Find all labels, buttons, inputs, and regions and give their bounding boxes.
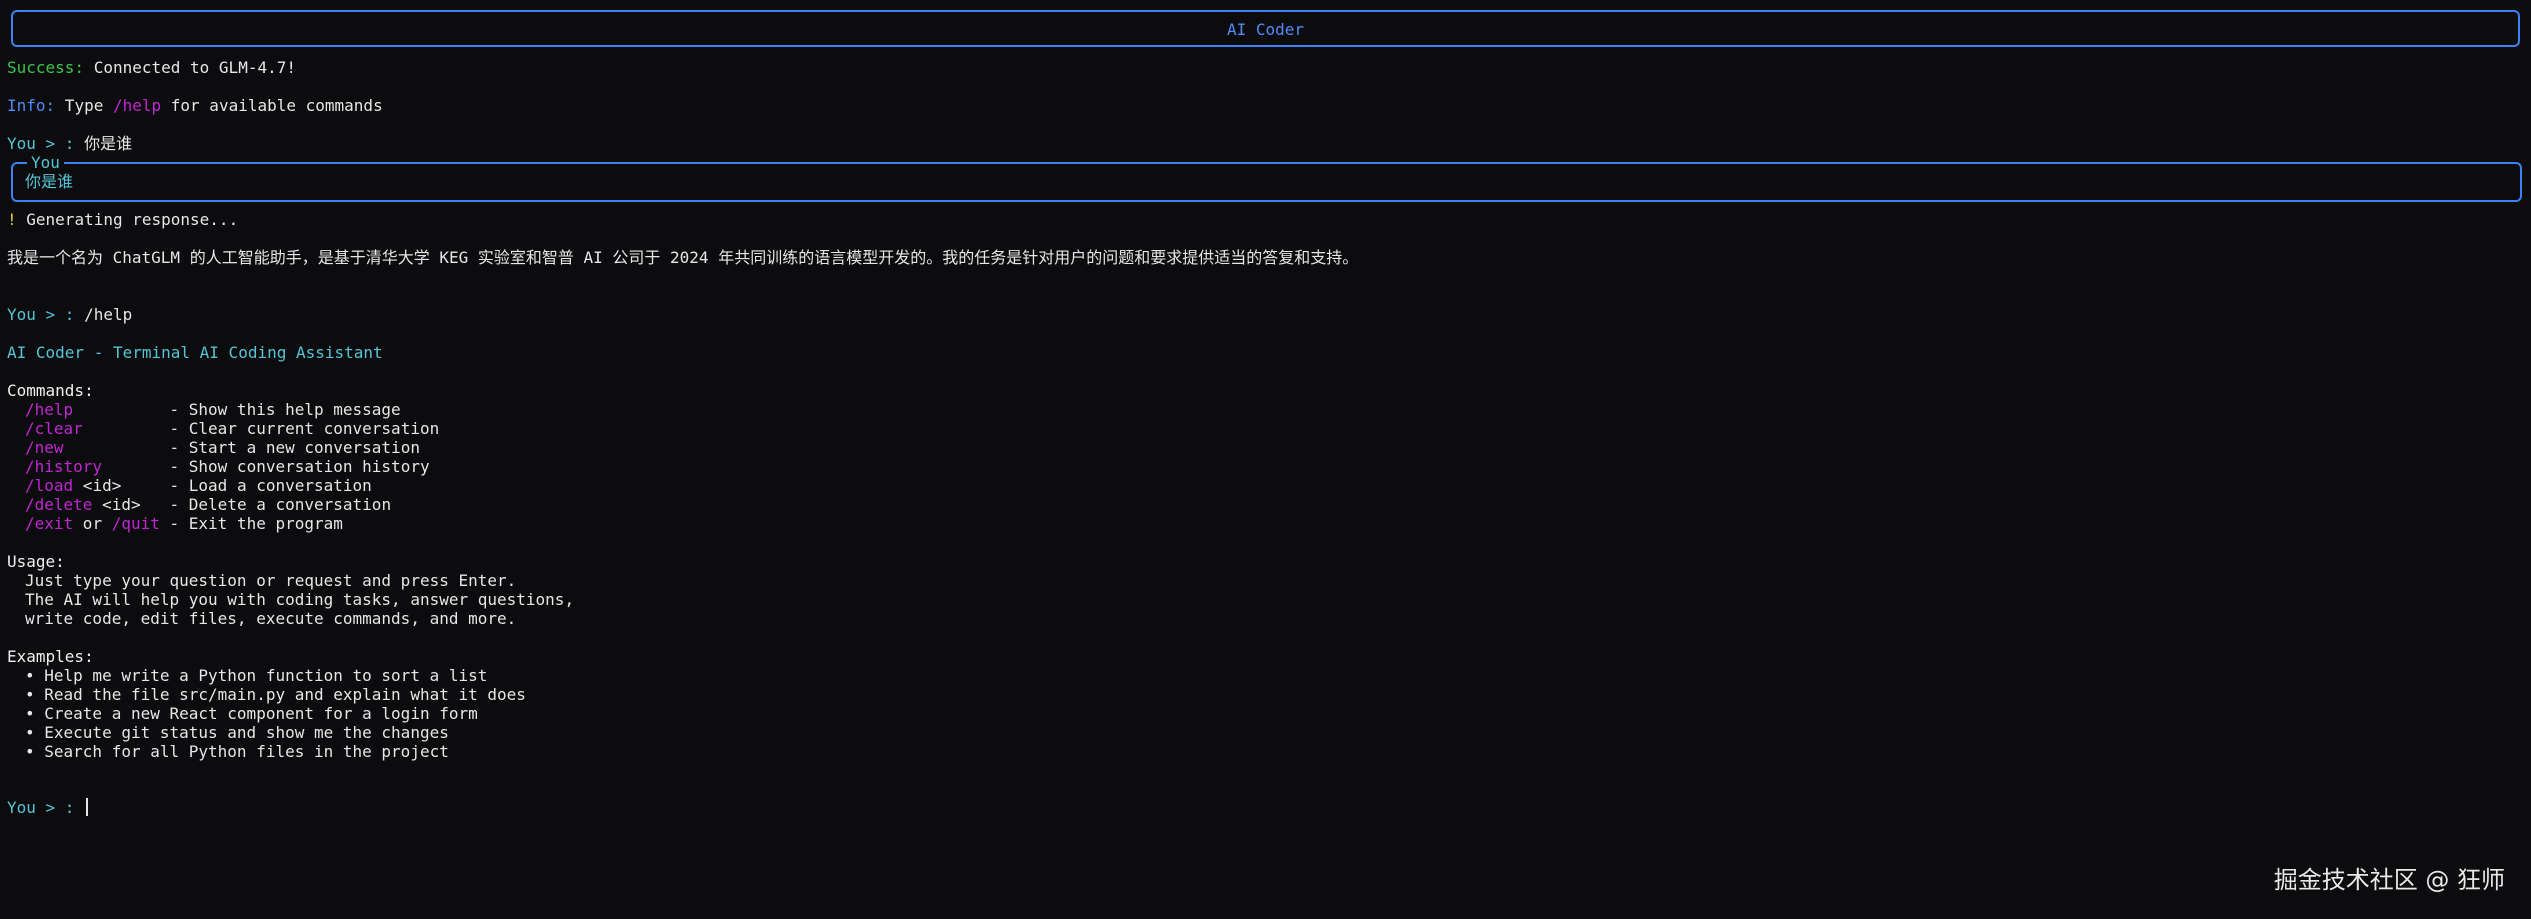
bullet-icon: • [25, 685, 45, 704]
command-name: /load [25, 476, 74, 495]
quit-command: /quit [111, 514, 160, 533]
command-name: /history [25, 457, 103, 476]
info-label: Info: [7, 96, 56, 115]
usage-line: Just type your question or request and p… [25, 571, 517, 590]
exit-desc: - Exit the program [159, 514, 343, 533]
spinner-icon: ! [7, 210, 17, 229]
exit-command: /exit [25, 514, 74, 533]
command-desc: - Start a new conversation [169, 438, 420, 457]
command-row: /delete <id> - Delete a conversation [25, 495, 391, 514]
command-row: /help - Show this help message [25, 400, 401, 419]
generating-status: ! Generating response... [7, 210, 238, 229]
example-item: • Read the file src/main.py and explain … [25, 685, 526, 704]
usage-line: The AI will help you with coding tasks, … [25, 590, 575, 609]
command-row: /clear - Clear current conversation [25, 419, 439, 438]
prompt-input-text: /help [84, 305, 133, 324]
user-message-text: 你是谁 [25, 172, 74, 191]
usage-heading: Usage: [7, 552, 65, 571]
prompt-label: You [7, 134, 36, 153]
example-item: • Execute git status and show me the cha… [25, 723, 449, 742]
command-row: /new - Start a new conversation [25, 438, 420, 457]
command-pad [73, 400, 169, 419]
command-name: /help [25, 400, 74, 419]
info-text-end: for available commands [161, 96, 383, 115]
example-text: Search for all Python files in the proje… [44, 742, 449, 761]
command-row-exit: /exit or /quit - Exit the program [25, 514, 343, 533]
command-desc: - Delete a conversation [169, 495, 392, 514]
prompt-arrow: > : [35, 134, 85, 153]
command-pad [141, 495, 170, 514]
bullet-icon: • [25, 666, 45, 685]
command-pad [102, 457, 169, 476]
example-item: • Create a new React component for a log… [25, 704, 478, 723]
command-desc: - Clear current conversation [169, 419, 440, 438]
help-title: AI Coder - Terminal AI Coding Assistant [7, 343, 383, 362]
command-arg: <id> [73, 476, 122, 495]
prompt-line: You > : 你是谁 [7, 134, 132, 153]
user-message-label: You [27, 153, 64, 172]
exit-or: or [73, 514, 112, 533]
example-item: • Help me write a Python function to sor… [25, 666, 487, 685]
command-desc: - Show conversation history [169, 457, 430, 476]
user-message-box: You 你是谁 [11, 153, 2522, 202]
example-text: Execute git status and show me the chang… [44, 723, 449, 742]
prompt-arrow: > : [35, 798, 85, 817]
app-header: AI Coder [11, 10, 2520, 47]
command-name: /clear [25, 419, 83, 438]
command-name: /delete [25, 495, 93, 514]
example-text: Read the file src/main.py and explain wh… [44, 685, 526, 704]
command-name: /new [25, 438, 64, 457]
success-text: Connected to GLM-4.7! [84, 58, 296, 77]
text-cursor[interactable] [86, 798, 89, 816]
example-item: • Search for all Python files in the pro… [25, 742, 449, 761]
assistant-response: 我是一个名为 ChatGLM 的人工智能助手，是基于清华大学 KEG 实验室和智… [7, 248, 1359, 267]
commands-heading: Commands: [7, 381, 94, 400]
usage-line: write code, edit files, execute commands… [25, 609, 517, 628]
bullet-icon: • [25, 723, 45, 742]
success-label: Success: [7, 58, 85, 77]
generating-text: Generating response... [16, 210, 239, 229]
command-pad [121, 476, 169, 495]
bullet-icon: • [25, 704, 45, 723]
active-prompt[interactable]: You > : [7, 798, 89, 817]
command-desc: - Load a conversation [169, 476, 372, 495]
command-row: /history - Show conversation history [25, 457, 430, 476]
prompt-input-text: 你是谁 [84, 134, 133, 153]
prompt-line: You > : /help [7, 305, 132, 324]
prompt-arrow: > : [35, 305, 85, 324]
command-pad [64, 438, 170, 457]
example-text: Create a new React component for a login… [44, 704, 478, 723]
command-pad [83, 419, 170, 438]
command-desc: - Show this help message [169, 400, 401, 419]
prompt-label: You [7, 798, 36, 817]
prompt-label: You [7, 305, 36, 324]
bullet-icon: • [25, 742, 45, 761]
examples-heading: Examples: [7, 647, 94, 666]
command-arg: <id> [92, 495, 141, 514]
info-help-command: /help [112, 96, 162, 115]
info-text: Type [55, 96, 113, 115]
success-message: Success: Connected to GLM-4.7! [7, 58, 296, 77]
info-message: Info: Type /help for available commands [7, 96, 383, 115]
app-title: AI Coder [1226, 20, 1305, 39]
example-text: Help me write a Python function to sort … [44, 666, 488, 685]
watermark: 掘金技术社区 @ 狂师 [2273, 866, 2505, 894]
command-row: /load <id> - Load a conversation [25, 476, 372, 495]
